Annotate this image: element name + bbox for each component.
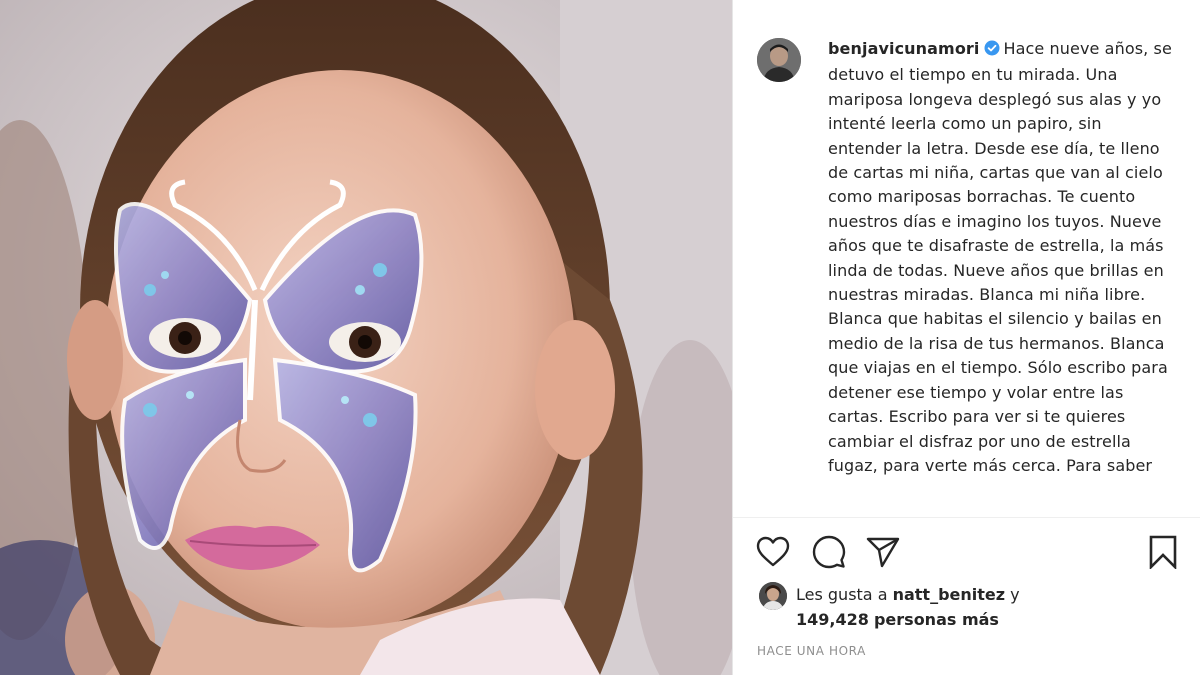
comment-button[interactable] — [811, 534, 847, 570]
caption-text: Hace nueve años, se detuvo el tiempo en … — [828, 39, 1172, 475]
paper-plane-icon — [866, 537, 900, 568]
author-avatar-image — [757, 38, 801, 82]
save-button[interactable] — [1145, 534, 1181, 570]
bookmark-icon — [1149, 535, 1177, 569]
post-side-panel: benjavicunamori Hace nueve años, se detuv… — [733, 0, 1200, 675]
post-caption: benjavicunamori Hace nueve años, se detuv… — [828, 37, 1178, 478]
likes-text: Les gusta a natt_benitez y 149,428 perso… — [796, 582, 1176, 632]
share-button[interactable] — [865, 534, 901, 570]
liker-username[interactable]: natt_benitez — [893, 585, 1005, 604]
comment-bubble-icon — [812, 535, 846, 569]
likes-count[interactable]: 149,428 — [796, 610, 869, 629]
likes-joiner: y — [1010, 585, 1020, 604]
section-separator — [733, 517, 1200, 518]
likes-suffix[interactable]: personas más — [874, 610, 999, 629]
liker-avatar-image — [759, 582, 787, 610]
caption-section: benjavicunamori Hace nueve años, se detuv… — [733, 0, 1200, 517]
like-button[interactable] — [755, 534, 791, 570]
verified-badge-icon — [984, 39, 1000, 63]
girl-butterfly-face-paint-image — [0, 0, 732, 675]
author-avatar[interactable] — [757, 38, 801, 82]
liker-avatar[interactable] — [759, 582, 787, 610]
likes-prefix: Les gusta a — [796, 585, 888, 604]
author-username[interactable]: benjavicunamori — [828, 39, 980, 58]
heart-icon — [756, 536, 790, 567]
post-photo[interactable] — [0, 0, 732, 675]
post-actions-bar — [733, 530, 1200, 574]
post-timestamp[interactable]: Hace una hora — [757, 644, 866, 658]
